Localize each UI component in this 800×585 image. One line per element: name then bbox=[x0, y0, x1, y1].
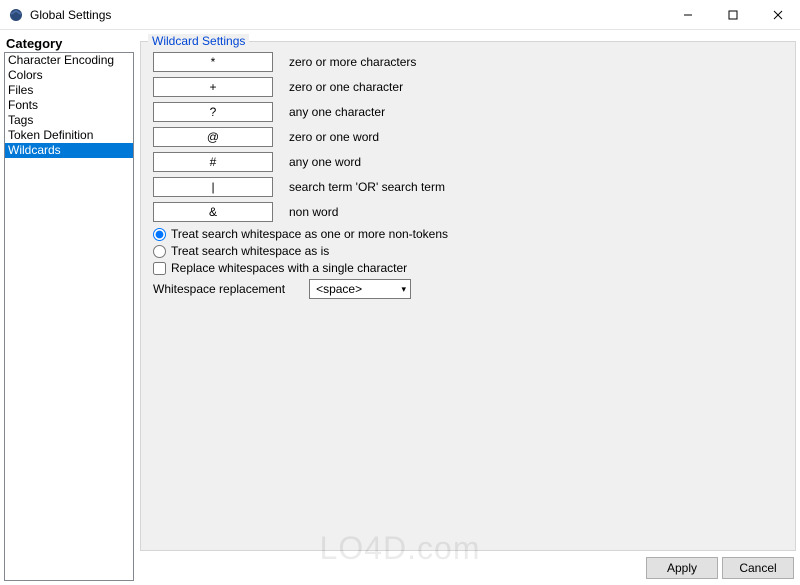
wildcard-desc: zero or one character bbox=[289, 80, 403, 94]
groupbox-title: Wildcard Settings bbox=[148, 34, 249, 48]
category-item-token-definition[interactable]: Token Definition bbox=[5, 128, 133, 143]
replacement-row: Whitespace replacement <space> ▾ bbox=[153, 279, 783, 299]
radio-label: Treat search whitespace as one or more n… bbox=[171, 227, 448, 241]
radio-row-nontokens[interactable]: Treat search whitespace as one or more n… bbox=[153, 227, 783, 241]
wildcard-desc: non word bbox=[289, 205, 338, 219]
window-controls bbox=[665, 0, 800, 29]
content: Category Character Encoding Colors Files… bbox=[0, 30, 800, 585]
category-list[interactable]: Character Encoding Colors Files Fonts Ta… bbox=[4, 52, 134, 581]
wildcard-row: zero or more characters bbox=[153, 52, 783, 72]
cancel-button[interactable]: Cancel bbox=[722, 557, 794, 579]
radio-asis[interactable] bbox=[153, 245, 166, 258]
minimize-button[interactable] bbox=[665, 0, 710, 29]
replacement-select[interactable]: <space> ▾ bbox=[309, 279, 411, 299]
replacement-value: <space> bbox=[316, 282, 362, 296]
wildcard-input-question[interactable] bbox=[153, 102, 273, 122]
replacement-label: Whitespace replacement bbox=[153, 282, 285, 296]
category-item-colors[interactable]: Colors bbox=[5, 68, 133, 83]
wildcard-row: zero or one word bbox=[153, 127, 783, 147]
wildcard-row: any one word bbox=[153, 152, 783, 172]
app-icon bbox=[8, 7, 24, 23]
wildcard-input-pipe[interactable] bbox=[153, 177, 273, 197]
checkbox-replace[interactable] bbox=[153, 262, 166, 275]
sidebar: Category Character Encoding Colors Files… bbox=[4, 34, 134, 581]
wildcard-input-amp[interactable] bbox=[153, 202, 273, 222]
wildcard-desc: search term 'OR' search term bbox=[289, 180, 445, 194]
wildcard-input-plus[interactable] bbox=[153, 77, 273, 97]
radio-label: Treat search whitespace as is bbox=[171, 244, 329, 258]
maximize-button[interactable] bbox=[710, 0, 755, 29]
main-panel: Wildcard Settings zero or more character… bbox=[140, 34, 796, 581]
wildcard-row: non word bbox=[153, 202, 783, 222]
radio-nontokens[interactable] bbox=[153, 228, 166, 241]
category-item-fonts[interactable]: Fonts bbox=[5, 98, 133, 113]
wildcard-row: any one character bbox=[153, 102, 783, 122]
apply-button[interactable]: Apply bbox=[646, 557, 718, 579]
wildcard-desc: zero or more characters bbox=[289, 55, 416, 69]
category-item-character-encoding[interactable]: Character Encoding bbox=[5, 53, 133, 68]
sidebar-header: Category bbox=[4, 34, 134, 52]
checkbox-label: Replace whitespaces with a single charac… bbox=[171, 261, 407, 275]
titlebar: Global Settings bbox=[0, 0, 800, 30]
category-item-wildcards[interactable]: Wildcards bbox=[5, 143, 133, 158]
checkbox-row-replace[interactable]: Replace whitespaces with a single charac… bbox=[153, 261, 783, 275]
category-item-files[interactable]: Files bbox=[5, 83, 133, 98]
close-button[interactable] bbox=[755, 0, 800, 29]
wildcard-input-star[interactable] bbox=[153, 52, 273, 72]
radio-row-asis[interactable]: Treat search whitespace as is bbox=[153, 244, 783, 258]
wildcard-input-hash[interactable] bbox=[153, 152, 273, 172]
wildcard-desc: any one word bbox=[289, 155, 361, 169]
wildcard-settings-group: Wildcard Settings zero or more character… bbox=[140, 41, 796, 551]
wildcard-row: search term 'OR' search term bbox=[153, 177, 783, 197]
wildcard-desc: any one character bbox=[289, 105, 385, 119]
category-item-tags[interactable]: Tags bbox=[5, 113, 133, 128]
wildcard-desc: zero or one word bbox=[289, 130, 379, 144]
window-title: Global Settings bbox=[30, 8, 665, 22]
wildcard-row: zero or one character bbox=[153, 77, 783, 97]
chevron-down-icon: ▾ bbox=[402, 284, 407, 295]
button-bar: Apply Cancel bbox=[140, 551, 796, 581]
wildcard-input-at[interactable] bbox=[153, 127, 273, 147]
